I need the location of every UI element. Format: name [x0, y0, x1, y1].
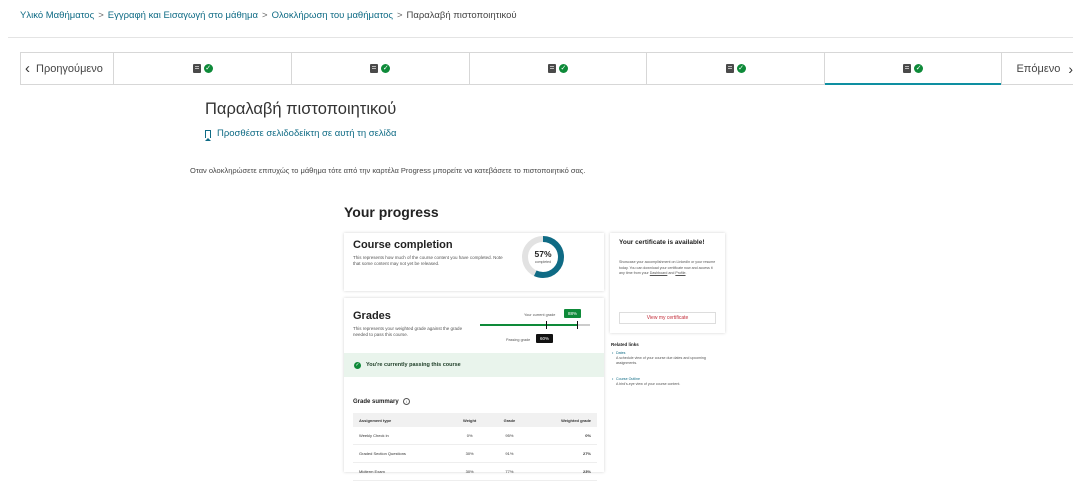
related-links-title: Related links — [611, 342, 639, 347]
passing-banner: ✓ You're currently passing this course — [344, 353, 604, 377]
passing-grade-label: Passing grade — [506, 338, 531, 342]
breadcrumb-current: Παραλαβή πιστοποιητικού — [406, 10, 517, 21]
check-circle-icon: ✓ — [354, 361, 361, 369]
column-header: Weighted grade — [528, 413, 597, 427]
breadcrumb-separator: > — [262, 10, 268, 21]
table-cell: Weekly Check in — [353, 427, 450, 445]
breadcrumb: Υλικό Μαθήματος > Εγγραφή και Εισαγωγή στο… — [20, 10, 517, 21]
column-header: Grade — [490, 413, 529, 427]
book-icon — [725, 64, 734, 73]
unit-tab-3[interactable]: ✓ — [470, 53, 648, 84]
completion-title: Course completion — [353, 239, 453, 251]
view-certificate-button[interactable]: View my certificate — [619, 312, 716, 324]
related-link-description: A schedule view of your course due dates… — [616, 356, 706, 365]
grade-bar-fill — [480, 324, 577, 326]
current-grade-label: Your current grade — [524, 313, 556, 317]
table-cell: 0% — [528, 427, 597, 445]
next-button[interactable]: Επόμενο › — [1002, 53, 1073, 84]
certificate-card: Your certificate is available! Showcase … — [610, 233, 725, 333]
table-cell: 0% — [449, 427, 491, 445]
bookmark-button[interactable]: Προσθέστε σελιδοδείκτη σε αυτή τη σελίδα — [205, 128, 397, 141]
book-icon — [370, 64, 379, 73]
grades-card: Grades This represents your weighted gra… — [344, 298, 604, 481]
breadcrumb-separator: > — [98, 10, 104, 21]
completion-sublabel: completed — [534, 260, 552, 264]
current-grade-badge: 88% — [564, 309, 582, 318]
column-header: Assignment type — [353, 413, 450, 427]
current-grade-marker — [576, 321, 578, 329]
course-completion-card: Course completion This represents how mu… — [344, 233, 604, 291]
related-link-item[interactable]: Dates A schedule view of your course due… — [612, 351, 726, 366]
breadcrumb-link-enrollment-intro[interactable]: Εγγραφή και Εισαγωγή στο μάθημα — [108, 10, 258, 21]
grades-title: Grades — [353, 310, 391, 322]
unit-tab-4[interactable]: ✓ — [647, 53, 825, 84]
unit-tab-5-active[interactable]: ✓ — [824, 53, 1003, 85]
certificate-text: . — [685, 271, 687, 275]
unit-tab-1[interactable]: ✓ — [114, 53, 292, 84]
completion-description: This represents how much of the course c… — [353, 255, 503, 266]
progress-heading: Your progress — [344, 204, 439, 220]
grade-summary-table: Assignment type Weight Grade Weighted gr… — [353, 413, 597, 481]
progress-screenshot: Your progress Course completion This rep… — [344, 200, 732, 481]
book-icon — [547, 64, 556, 73]
check-circle-icon: ✓ — [558, 64, 568, 73]
unit-tab-2[interactable]: ✓ — [292, 53, 470, 84]
table-row: Weekly Check in 0% 95% 0% — [353, 427, 597, 445]
check-circle-icon: ✓ — [381, 64, 391, 73]
book-icon — [903, 64, 912, 73]
passing-grade-marker — [546, 321, 547, 329]
profile-link[interactable]: Profile — [675, 271, 685, 275]
certificate-title: Your certificate is available! — [619, 239, 705, 246]
table-cell: 27% — [528, 444, 597, 463]
dashboard-link[interactable]: Dashboard — [650, 271, 668, 275]
table-cell: 91% — [490, 444, 529, 463]
table-cell: Graded Section Questions — [353, 444, 450, 463]
check-circle-icon: ✓ — [736, 64, 746, 73]
breadcrumb-link-course-material[interactable]: Υλικό Μαθήματος — [20, 10, 94, 21]
grade-summary-title: Grade summary — [353, 398, 399, 405]
check-circle-icon: ✓ — [914, 64, 924, 73]
table-cell: 95% — [490, 427, 529, 445]
bookmark-icon — [205, 129, 211, 141]
completion-value: 57% — [534, 249, 552, 259]
bookmark-label: Προσθέστε σελιδοδείκτη σε αυτή τη σελίδα — [217, 128, 397, 139]
next-label: Επόμενο — [1016, 62, 1061, 75]
previous-label: Προηγούμενο — [36, 62, 103, 75]
grade-summary-heading: Grade summary i — [353, 398, 410, 405]
check-circle-icon: ✓ — [203, 64, 213, 73]
passing-grade-badge: 60% — [536, 334, 554, 343]
column-header: Weight — [449, 413, 491, 427]
grade-bar — [480, 321, 590, 329]
chevron-right-icon: › — [1068, 60, 1073, 77]
table-cell: 30% — [449, 444, 491, 463]
table-header-row: Assignment type Weight Grade Weighted gr… — [353, 413, 597, 427]
info-icon[interactable]: i — [402, 398, 410, 405]
breadcrumb-separator: > — [396, 10, 403, 21]
grades-description: This represents your weighted grade agai… — [353, 326, 463, 337]
header-divider — [8, 37, 1073, 38]
related-link-item[interactable]: Course Outline A bird's-eye view of your… — [612, 377, 726, 387]
instruction-text: Οταν ολοκληρώσετε επιτυχώς το μάθημα τότ… — [190, 166, 586, 175]
table-row: Graded Section Questions 30% 91% 27% — [353, 444, 597, 463]
previous-button[interactable]: ‹ Προηγούμενο — [21, 53, 115, 84]
breadcrumb-link-course-completion[interactable]: Ολοκλήρωση του μαθήματος — [272, 10, 393, 21]
book-icon — [192, 64, 201, 73]
passing-message: You're currently passing this course — [366, 362, 461, 368]
certificate-description: Showcase your accomplishment on LinkedIn… — [619, 260, 719, 277]
chevron-left-icon: ‹ — [25, 60, 30, 77]
page-title: Παραλαβή πιστοποιητικού — [205, 100, 397, 118]
related-link-description: A bird's-eye view of your course content… — [616, 382, 681, 386]
unit-navigation: ‹ Προηγούμενο ✓ ✓ ✓ ✓ ✓ Επόμενο › — [20, 52, 1073, 85]
